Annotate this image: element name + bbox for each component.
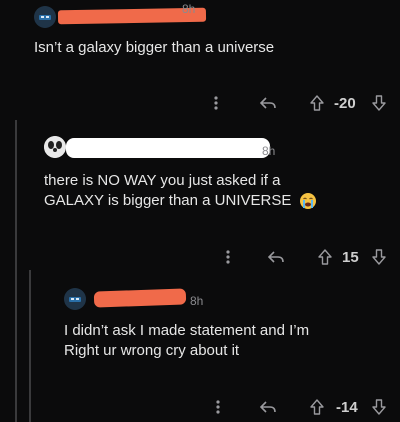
comment-line: there is NO WAY you just asked if a: [44, 172, 281, 189]
comment-line: I didn’t ask I made statement and I’m: [64, 322, 310, 339]
comment-thread: 8h Isn’t a galaxy bigger than a universe…: [0, 0, 400, 422]
comment-body: I didn’t ask I made statement and I’m Ri…: [64, 321, 309, 361]
upvote-icon[interactable]: [308, 94, 326, 112]
comment-line: Isn’t a galaxy bigger than a universe: [34, 39, 275, 56]
reply-icon[interactable]: [258, 94, 278, 112]
more-icon[interactable]: [210, 398, 226, 416]
reply-icon[interactable]: [266, 248, 286, 266]
vote-score: -20: [334, 95, 356, 112]
avatar[interactable]: [64, 288, 86, 310]
reply-icon[interactable]: [258, 398, 278, 416]
comment-time: 8h: [190, 294, 204, 308]
comment-body: there is NO WAY you just asked if a GALA…: [44, 171, 317, 211]
comment-1: 8h Isn’t a galaxy bigger than a universe…: [0, 0, 400, 120]
crying-face-icon: [299, 192, 317, 210]
vote-score: -14: [336, 399, 358, 416]
upvote-icon[interactable]: [316, 248, 334, 266]
comment-2: 8h there is NO WAY you just asked if a G…: [0, 120, 400, 270]
comment-line: Right ur wrong cry about it: [64, 342, 240, 359]
comment-line: GALAXY is bigger than a UNIVERSE: [44, 192, 292, 209]
more-icon[interactable]: [220, 248, 236, 266]
comment-time: 8h: [182, 2, 196, 16]
comment-line-with-emoji: GALAXY is bigger than a UNIVERSE: [44, 191, 317, 211]
comment-time: 8h: [262, 144, 276, 158]
downvote-icon[interactable]: [370, 94, 388, 112]
avatar[interactable]: [44, 136, 66, 158]
comment-3: 8h I didn’t ask I made statement and I’m…: [0, 270, 400, 422]
avatar[interactable]: [34, 6, 56, 28]
redacted-username: [66, 138, 270, 158]
upvote-icon[interactable]: [308, 398, 326, 416]
redacted-username: [93, 288, 187, 308]
more-icon[interactable]: [208, 94, 224, 112]
downvote-icon[interactable]: [370, 248, 388, 266]
vote-score: 15: [342, 249, 359, 266]
comment-body: Isn’t a galaxy bigger than a universe: [34, 38, 274, 58]
downvote-icon[interactable]: [370, 398, 388, 416]
